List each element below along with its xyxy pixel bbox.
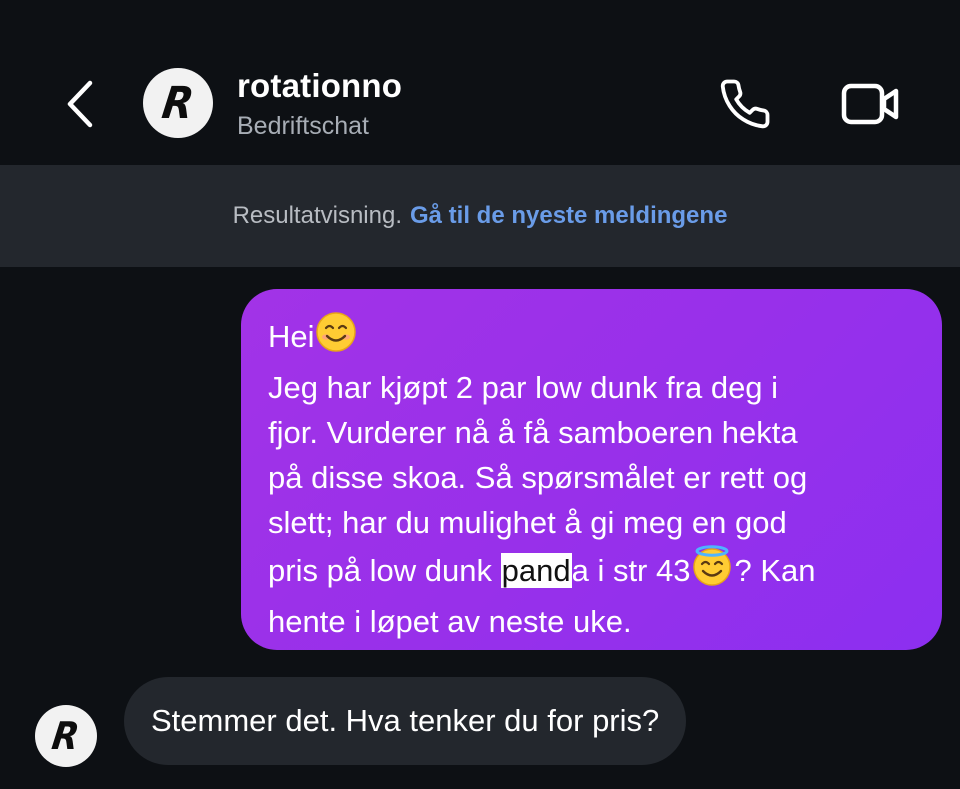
chat-title-block[interactable]: rotationno Bedriftschat — [237, 66, 402, 144]
search-result-banner: Resultatvisning. Gå til de nyeste meldin… — [0, 165, 960, 267]
chevron-left-icon — [67, 80, 93, 128]
sender-avatar-letter: R — [49, 714, 83, 758]
video-camera-icon — [841, 83, 899, 125]
sender-avatar[interactable]: R — [35, 705, 97, 767]
incoming-message-bubble[interactable]: Stemmer det. Hva tenker du for pris? — [124, 677, 687, 765]
phone-icon — [720, 79, 770, 129]
incoming-message-text: Stemmer det. Hva tenker du for pris? — [151, 703, 660, 738]
voice-call-button[interactable] — [716, 76, 774, 132]
chat-header: R rotationno Bedriftschat — [0, 0, 960, 165]
message-body-text-2: a i str 43 — [571, 553, 691, 588]
jump-to-latest-link[interactable]: Gå til de nyeste meldingene — [410, 202, 727, 230]
chat-subtitle: Bedriftschat — [237, 112, 370, 140]
chat-username: rotationno — [237, 67, 403, 104]
message-body: Jeg har kjøpt 2 par low dunk fra deg i f… — [268, 365, 918, 644]
avatar-letter: R — [159, 77, 197, 129]
message-greeting-line: Hei — [268, 311, 918, 365]
smiling-face-icon — [315, 311, 357, 365]
video-call-button[interactable] — [838, 76, 904, 132]
back-button[interactable] — [58, 78, 102, 130]
avatar[interactable]: R — [143, 68, 213, 138]
outgoing-message-bubble[interactable]: Hei Jeg har kjøpt 2 par low dunk fra deg… — [241, 289, 942, 650]
search-highlight: pand — [500, 553, 572, 588]
result-view-label: Resultatvisning. — [232, 202, 402, 229]
halo-face-icon — [690, 545, 734, 599]
greeting-text: Hei — [268, 319, 315, 354]
